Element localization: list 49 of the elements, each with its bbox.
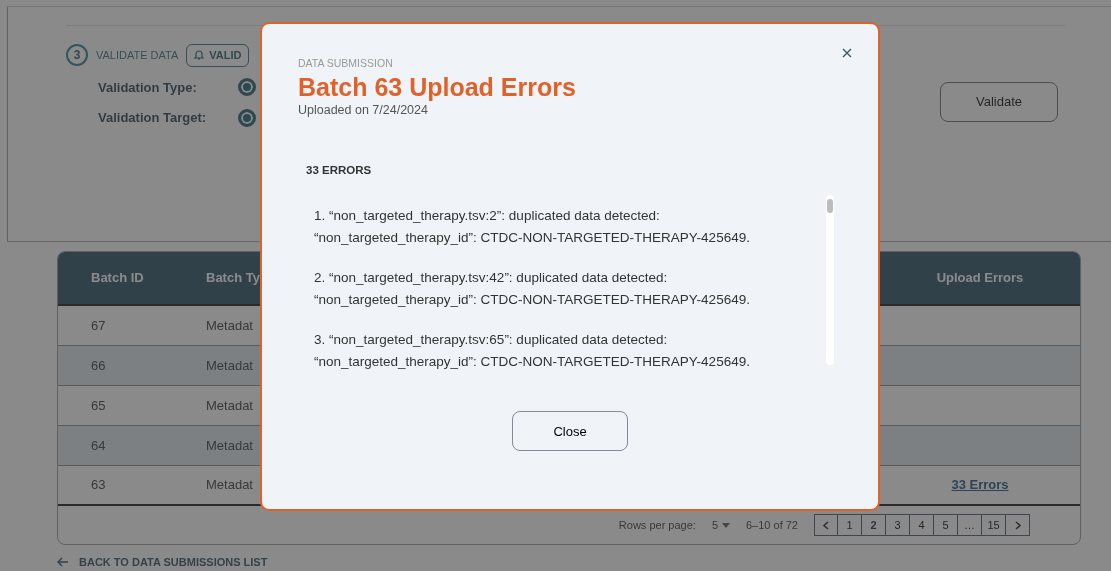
- table-cell-text: 66: [91, 356, 106, 375]
- chevron-right-icon: [1014, 520, 1021, 530]
- page-range: 6–10 of 72: [746, 517, 798, 533]
- rows-per-page-select[interactable]: 5: [711, 516, 730, 534]
- step-title: VALIDATE DATA: [96, 48, 179, 63]
- table-cell-text: Metadat: [206, 396, 253, 415]
- previous-page-button[interactable]: [814, 514, 838, 536]
- arrow-left-icon: [57, 557, 69, 568]
- column-header: Batch ID: [91, 269, 144, 288]
- chevron-left-icon: [823, 520, 829, 530]
- step-number: 3: [66, 44, 88, 67]
- table-cell-text: Metadat: [206, 356, 253, 375]
- radio-button[interactable]: [238, 78, 256, 97]
- page-button[interactable]: …: [958, 514, 982, 536]
- radio-button[interactable]: [238, 108, 256, 127]
- table-cell-text: Metadat: [206, 316, 253, 335]
- page-button[interactable]: 4: [910, 514, 934, 536]
- page-button[interactable]: 3: [886, 514, 910, 536]
- next-page-button[interactable]: [1006, 514, 1030, 536]
- table-cell-text: Metadat: [206, 436, 253, 455]
- dialog-subtitle: Uploaded on 7/24/2024: [298, 102, 429, 120]
- dialog-eyebrow: DATA SUBMISSION: [298, 56, 394, 71]
- error-message: 2. “non_targeted_therapy.tsv:42”: duplicated data detected: “non_targeted_therapy_id”: CTDC-NON-TARGETED-THERAPY-425649.: [314, 269, 751, 310]
- dialog-title: Batch 63 Upload Errors: [298, 73, 577, 102]
- column-header: Batch Ty: [206, 269, 260, 288]
- field-label: Validation Type:: [98, 78, 198, 97]
- scrollbar[interactable]: [826, 195, 834, 366]
- validation-status-chip: VALID: [186, 44, 249, 67]
- validate-button[interactable]: Validate: [940, 82, 1058, 122]
- table-cell-text: Metadat: [206, 476, 253, 495]
- page-button[interactable]: 5: [934, 514, 958, 536]
- rows-per-page-label: Rows per page:: [618, 517, 696, 533]
- bell-icon: [193, 49, 206, 62]
- table-cell-text: 67: [91, 316, 106, 335]
- table-cell-text: 65: [91, 396, 106, 415]
- field-label: Validation Target:: [98, 109, 208, 127]
- error-message: 3. “non_targeted_therapy.tsv:65”: duplicated data detected: “non_targeted_therapy_id”: CTDC-NON-TARGETED-THERAPY-425649.: [314, 331, 751, 372]
- close-button[interactable]: Close: [512, 411, 628, 452]
- back-link[interactable]: BACK TO DATA SUBMISSIONS LIST: [57, 554, 1111, 571]
- table-cell-text: 64: [91, 436, 106, 455]
- error-count: 33 ERRORS: [306, 163, 373, 178]
- page-button[interactable]: 15: [982, 514, 1006, 536]
- errors-link[interactable]: 33 Errors: [951, 477, 1009, 493]
- error-message: 1. “non_targeted_therapy.tsv:2”: duplicated data detected: “non_targeted_therapy_id”: CTDC-NON-TARGETED-THERAPY-425649.: [314, 207, 751, 248]
- column-header: Upload Errors: [936, 269, 1024, 288]
- page-button[interactable]: 2: [862, 514, 886, 536]
- caret-icon: [722, 522, 730, 528]
- page-button[interactable]: 1: [838, 514, 862, 536]
- table-cell-text: 63: [91, 476, 106, 495]
